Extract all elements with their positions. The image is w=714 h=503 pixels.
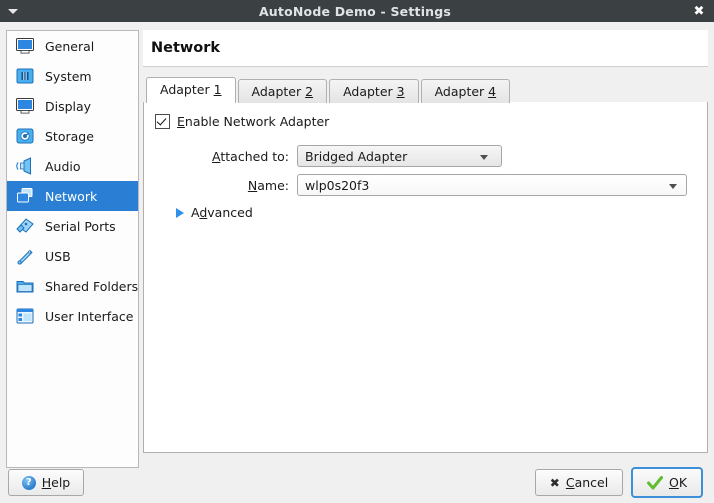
chevron-down-icon bbox=[480, 155, 488, 160]
help-button[interactable]: ? Help bbox=[8, 469, 84, 496]
close-icon[interactable]: ✖ bbox=[684, 0, 714, 22]
chevron-down-icon bbox=[669, 184, 677, 189]
harddisk-icon bbox=[14, 125, 36, 147]
advanced-label: Advanced bbox=[191, 205, 253, 220]
enable-network-adapter-label: Enable Network Adapter bbox=[177, 114, 330, 129]
sidebar-item-label: Storage bbox=[45, 128, 94, 144]
settings-pane: Network Adapter 1 Adapter 2 Adapter 3 Ad… bbox=[143, 30, 708, 466]
attached-to-value: Bridged Adapter bbox=[305, 148, 408, 164]
cancel-button[interactable]: ✖ Cancel bbox=[535, 469, 623, 496]
tab-accel: 3 bbox=[396, 84, 405, 99]
enable-network-adapter-checkbox[interactable] bbox=[155, 114, 170, 129]
tab-adapter-4[interactable]: Adapter 4 bbox=[420, 79, 511, 103]
tab-adapter-1[interactable]: Adapter 1 bbox=[146, 77, 236, 103]
sidebar-item-label: Network bbox=[45, 188, 98, 204]
window-menu-button[interactable] bbox=[0, 0, 26, 22]
checkmark-icon bbox=[646, 475, 663, 490]
window-layout-icon bbox=[14, 305, 36, 327]
adapter-name-value: wlp0s20f3 bbox=[305, 177, 370, 193]
sidebar-item-label: Serial Ports bbox=[45, 218, 116, 234]
enable-network-adapter-row[interactable]: Enable Network Adapter bbox=[155, 114, 329, 129]
display-icon bbox=[14, 95, 36, 117]
sidebar-item-usb[interactable]: USB bbox=[7, 241, 138, 271]
tab-accel: 2 bbox=[305, 84, 314, 99]
attached-to-row: Attached to: Bridged Adapter bbox=[144, 145, 502, 167]
sidebar-item-label: General bbox=[45, 38, 95, 54]
sidebar-item-system[interactable]: System bbox=[7, 61, 138, 91]
question-icon: ? bbox=[21, 475, 36, 490]
title-bar: AutoNode Demo - Settings ✖ bbox=[0, 0, 714, 22]
ok-button[interactable]: OK bbox=[631, 467, 703, 498]
triangle-right-icon bbox=[176, 207, 184, 218]
tab-accel: 1 bbox=[213, 82, 222, 97]
usb-icon bbox=[14, 245, 36, 267]
attached-to-label: Attached to: bbox=[212, 148, 289, 164]
page-title: Network bbox=[143, 30, 708, 67]
sidebar-item-shared-folders[interactable]: Shared Folders bbox=[7, 271, 138, 301]
sidebar-item-display[interactable]: Display bbox=[7, 91, 138, 121]
adapter-name-row: Name: wlp0s20f3 bbox=[144, 174, 687, 196]
ok-button-label: OK bbox=[668, 475, 688, 490]
x-icon: ✖ bbox=[549, 475, 560, 490]
tab-accel: 4 bbox=[488, 84, 497, 99]
sidebar-item-label: Shared Folders bbox=[45, 278, 139, 294]
sidebar-item-label: Display bbox=[45, 98, 92, 114]
attached-to-select[interactable]: Bridged Adapter bbox=[297, 145, 502, 167]
sidebar-item-storage[interactable]: Storage bbox=[7, 121, 138, 151]
folder-icon bbox=[14, 275, 36, 297]
dialog-body: General System Display Storage Audio Net… bbox=[0, 22, 714, 503]
sidebar-item-label: User Interface bbox=[45, 308, 134, 324]
sidebar-item-general[interactable]: General bbox=[7, 31, 138, 61]
sidebar-item-audio[interactable]: Audio bbox=[7, 151, 138, 181]
tab-adapter-3[interactable]: Adapter 3 bbox=[329, 79, 419, 103]
sidebar-item-label: USB bbox=[45, 248, 71, 264]
adapter-1-panel: Enable Network Adapter Attached to: Brid… bbox=[143, 102, 708, 453]
advanced-toggle[interactable]: Advanced bbox=[176, 205, 253, 220]
tab-adapter-2[interactable]: Adapter 2 bbox=[237, 79, 328, 103]
sidebar-item-network[interactable]: Network bbox=[7, 181, 138, 211]
cancel-button-label: Cancel bbox=[565, 475, 609, 490]
chip-icon bbox=[14, 65, 36, 87]
speaker-icon bbox=[14, 155, 36, 177]
caret-down-icon bbox=[8, 8, 18, 14]
network-icon bbox=[14, 185, 36, 207]
help-button-label: Help bbox=[41, 475, 71, 490]
monitor-icon bbox=[14, 35, 36, 57]
adapter-tabs: Adapter 1 Adapter 2 Adapter 3 Adapter 4 bbox=[143, 77, 708, 103]
sidebar-item-user-interface[interactable]: User Interface bbox=[7, 301, 138, 331]
serial-port-icon bbox=[14, 215, 36, 237]
settings-category-list: General System Display Storage Audio Net… bbox=[6, 30, 139, 468]
window-title: AutoNode Demo - Settings bbox=[258, 3, 452, 19]
sidebar-item-label: System bbox=[45, 68, 92, 84]
adapter-name-label: Name: bbox=[247, 177, 289, 193]
adapter-name-select[interactable]: wlp0s20f3 bbox=[297, 174, 687, 196]
sidebar-item-label: Audio bbox=[45, 158, 81, 174]
sidebar-item-serial-ports[interactable]: Serial Ports bbox=[7, 211, 138, 241]
